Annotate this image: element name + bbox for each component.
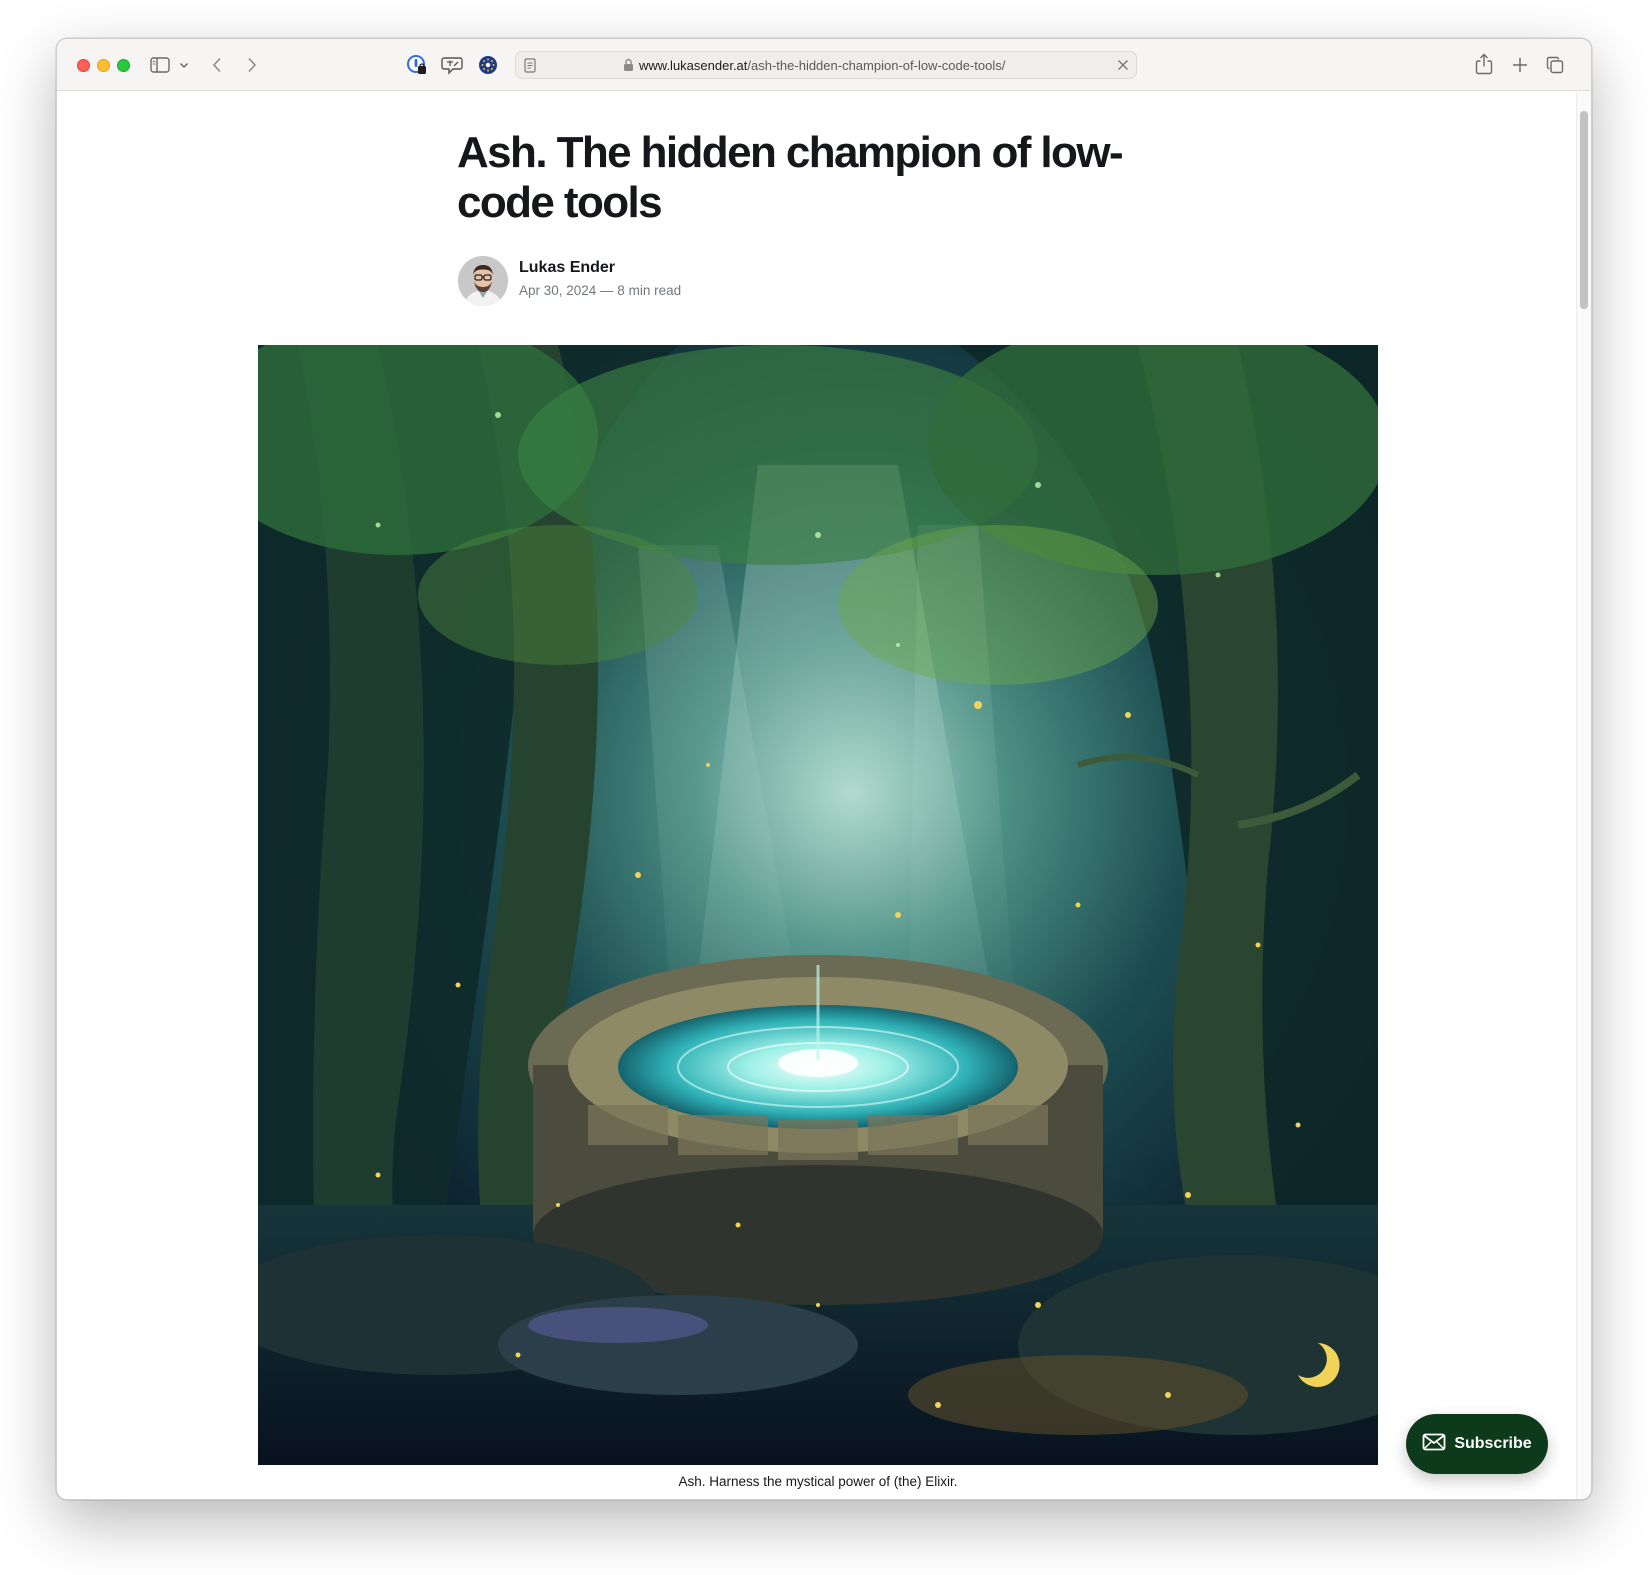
scroll-thumb[interactable] (1580, 111, 1588, 309)
url-path: /ash-the-hidden-champion-of-low-code-too… (747, 58, 1006, 73)
url-text: www.lukasender.at/ash-the-hidden-champio… (639, 58, 1005, 73)
sidebar-icon[interactable] (149, 55, 171, 75)
subscribe-label: Subscribe (1454, 1435, 1532, 1452)
back-icon[interactable] (207, 54, 227, 76)
post-meta: Apr 30, 2024 — 8 min read (519, 283, 682, 298)
web-page: Ash. The hidden champion of low-code too… (57, 92, 1591, 1499)
clear-icon[interactable] (1116, 58, 1130, 77)
subscribe-button[interactable]: Subscribe (1406, 1414, 1548, 1474)
translate-extension-icon[interactable] (441, 54, 463, 76)
reader-icon[interactable] (524, 58, 536, 78)
article-title: Ash. The hidden champion of low-code too… (457, 128, 1124, 227)
lock-icon (623, 58, 634, 77)
browser-toolbar: www.lukasender.at/ash-the-hidden-champio… (57, 39, 1591, 91)
mail-icon (1422, 1433, 1446, 1456)
minimize-window-button[interactable] (97, 59, 110, 72)
zoom-window-button[interactable] (117, 59, 130, 72)
author-avatar[interactable] (458, 256, 508, 306)
forward-icon[interactable] (242, 54, 262, 76)
url-domain: www.lukasender.at (639, 58, 748, 73)
image-caption: Ash. Harness the mystical power of (the)… (678, 1474, 958, 1489)
chevron-down-icon[interactable] (178, 59, 190, 71)
password-extension-icon[interactable] (406, 54, 428, 76)
eu-extension-icon[interactable] (477, 54, 499, 76)
author-name[interactable]: Lukas Ender (519, 259, 615, 277)
close-window-button[interactable] (77, 59, 90, 72)
browser-window: www.lukasender.at/ash-the-hidden-champio… (56, 38, 1592, 1500)
share-icon[interactable] (1473, 52, 1495, 76)
scrollbar[interactable] (1576, 92, 1591, 1499)
new-tab-icon[interactable] (1509, 54, 1531, 76)
address-bar[interactable]: www.lukasender.at/ash-the-hidden-champio… (515, 51, 1137, 79)
hero-image (258, 345, 1378, 1465)
tab-overview-icon[interactable] (1544, 54, 1566, 76)
